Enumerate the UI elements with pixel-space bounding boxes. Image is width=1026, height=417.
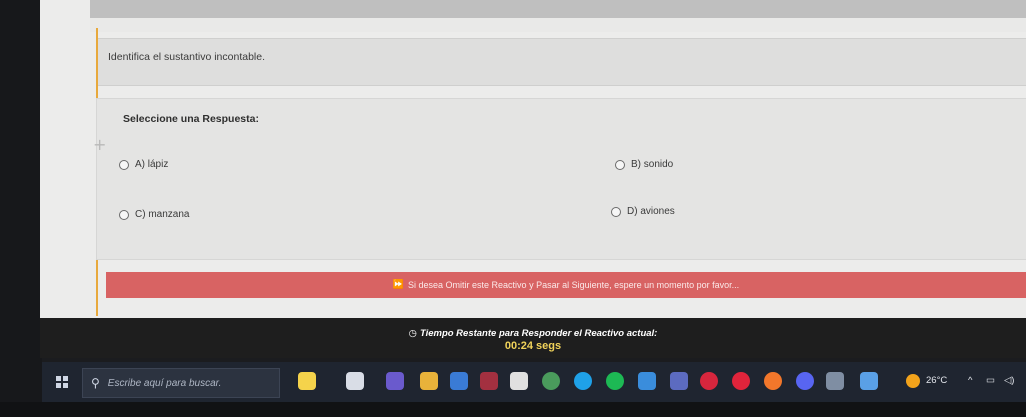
weather-temp[interactable]: 26°C <box>926 375 947 386</box>
answers-panel: Seleccione una Respuesta: + A) lápiz B) … <box>93 98 1026 260</box>
epic-games-icon[interactable] <box>510 372 528 390</box>
header-strip <box>90 18 1026 32</box>
skip-message: Si desea Omitir este Reactivo y Pasar al… <box>408 280 740 290</box>
volume-icon[interactable]: ◁) <box>1004 375 1014 386</box>
weather-icon[interactable] <box>906 374 920 388</box>
copilot-icon[interactable] <box>298 372 316 390</box>
fast-forward-icon: ⏩ <box>392 280 405 290</box>
file-explorer-icon[interactable] <box>420 372 438 390</box>
task-view-icon[interactable] <box>346 372 364 390</box>
crosshair-cursor-icon: + <box>93 135 107 154</box>
vscode-icon[interactable] <box>638 372 656 390</box>
option-label: C) manzana <box>135 209 190 220</box>
monitor-bezel-bottom <box>0 402 1026 417</box>
mail-icon[interactable] <box>480 372 498 390</box>
option-a[interactable]: A) lápiz <box>119 159 168 170</box>
discord-icon[interactable] <box>796 372 814 390</box>
edge-icon[interactable] <box>574 372 592 390</box>
network-icon[interactable]: ▭ <box>986 375 995 386</box>
teams-icon[interactable] <box>386 372 404 390</box>
opera-icon[interactable] <box>732 372 750 390</box>
calculator-icon[interactable] <box>450 372 468 390</box>
timer-value: 00:24 segs <box>504 340 562 352</box>
option-b[interactable]: B) sonido <box>615 159 673 170</box>
option-label: D) aviones <box>627 206 675 217</box>
question-text: Identifica el sustantivo incontable. <box>108 51 266 63</box>
steam-icon[interactable] <box>826 372 844 390</box>
question-panel: Identifica el sustantivo incontable. <box>98 38 1026 86</box>
search-icon: ⚲ <box>91 376 100 390</box>
option-label: A) lápiz <box>135 159 169 170</box>
option-d[interactable]: D) aviones <box>611 206 675 217</box>
taskbar: ⚲ Escribe aquí para buscar. 26°C ^ ▭ ◁) <box>42 362 1026 402</box>
search-placeholder: Escribe aquí para buscar. <box>107 377 222 389</box>
timer-panel: ◷ Tiempo Restante para Responder el React… <box>40 318 1026 358</box>
timer-label-text: Tiempo Restante para Responder el Reacti… <box>419 328 658 339</box>
opera-gx-icon[interactable] <box>700 372 718 390</box>
windows-start-icon[interactable] <box>56 376 68 388</box>
timer-label: ◷ Tiempo Restante para Responder el React… <box>40 328 1026 339</box>
spotify-icon[interactable] <box>606 372 624 390</box>
app-icon[interactable] <box>860 372 878 390</box>
monitor-bezel <box>0 0 42 417</box>
radio-button[interactable] <box>611 206 621 217</box>
radio-button[interactable] <box>119 159 129 170</box>
radio-button[interactable] <box>119 209 129 220</box>
skip-question-bar[interactable]: ⏩ Si desea Omitir este Reactivo y Pasar … <box>106 272 1026 298</box>
answers-title: Seleccione una Respuesta: <box>123 113 259 125</box>
firefox-icon[interactable] <box>764 372 782 390</box>
taskbar-search-input[interactable]: ⚲ Escribe aquí para buscar. <box>82 368 280 398</box>
radio-button[interactable] <box>615 159 625 170</box>
terminal-icon[interactable] <box>670 372 688 390</box>
option-c[interactable]: C) manzana <box>119 209 189 220</box>
header-band <box>90 0 1026 18</box>
chevron-up-icon[interactable]: ^ <box>968 375 972 386</box>
option-label: B) sonido <box>631 159 674 170</box>
exam-page: Identifica el sustantivo incontable. Sel… <box>40 0 1026 340</box>
chrome-icon[interactable] <box>542 372 560 390</box>
clock-icon: ◷ <box>408 328 417 339</box>
